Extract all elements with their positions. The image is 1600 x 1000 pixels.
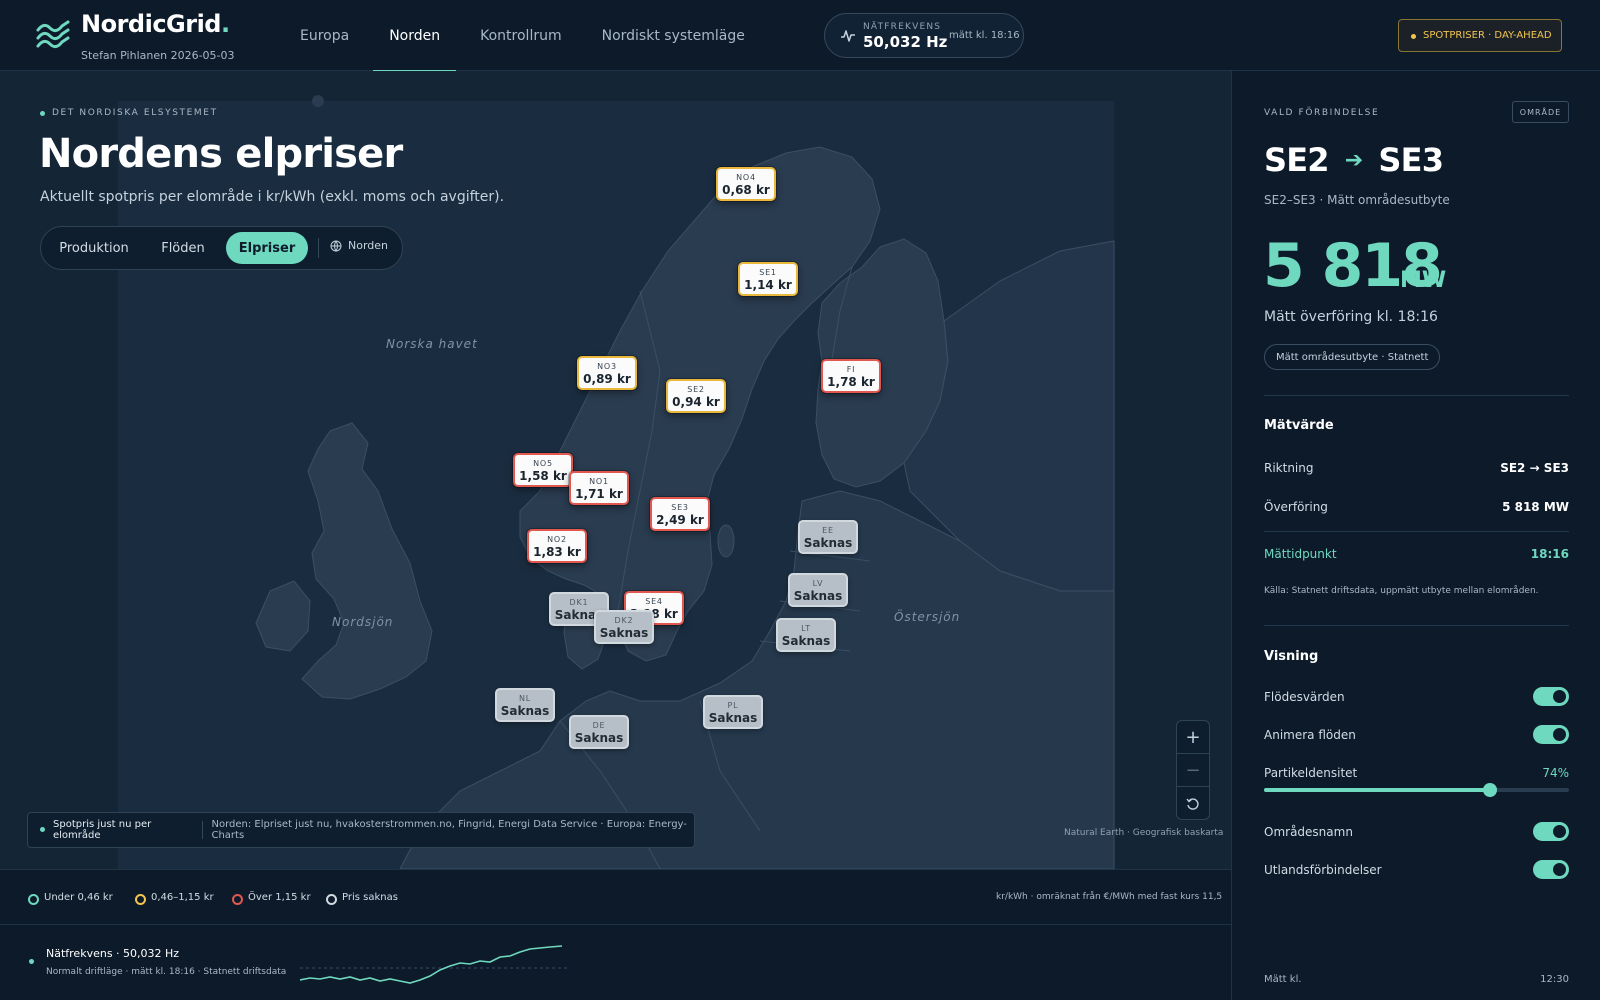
zone-pin-no1[interactable]: NO1 1,71 kr (569, 471, 629, 505)
nav-europa[interactable]: Europa (280, 0, 369, 71)
region-button[interactable]: Norden (330, 239, 388, 252)
legend-unit-note: kr/kWh · omräknat från €/MWh med fast ku… (996, 892, 1223, 902)
toggle-animate-flows[interactable]: Animera flöden (1264, 725, 1569, 744)
brand-name[interactable]: NordicGrid. (81, 10, 230, 38)
zone-pin-no2[interactable]: NO2 1,83 kr (527, 529, 587, 563)
slider-handle[interactable] (1482, 783, 1497, 797)
slider-particle-density-row: Partikeldensitet 74% (1264, 766, 1569, 780)
source-tag: Mätt områdesutbyte · Statnett (1264, 344, 1441, 370)
measure-heading: Mätvärde (1264, 418, 1334, 433)
zoom-out-button[interactable]: − (1177, 754, 1209, 787)
reset-icon (1186, 797, 1199, 810)
top-bar: NordicGrid. Stefan Pihlanen 2026-05-03 E… (0, 0, 1600, 72)
map-attribution: Natural Earth · Geografisk baskarta (1064, 828, 1224, 838)
toggle-area-names[interactable]: Områdesnamn (1264, 822, 1569, 841)
source-bar: Spotpris just nu per elområde Norden: El… (27, 812, 695, 848)
zone-pin-no5[interactable]: NO5 1,58 kr (513, 453, 573, 487)
globe-icon (330, 240, 342, 252)
segment-divider (318, 238, 319, 258)
zone-pin-lv[interactable]: LV Saknas (788, 573, 848, 607)
toggle-flow-values[interactable]: Flödesvärden (1264, 687, 1569, 706)
frequency-strip: Nätfrekvens · 50,032 Hz Normalt driftläg… (0, 925, 1231, 1000)
zone-pin-de[interactable]: DE Saknas (569, 715, 629, 749)
legend-low: Under 0,46 kr (28, 892, 113, 905)
zone-pin-no3[interactable]: NO3 0,89 kr (577, 356, 637, 390)
sea-label-ostersjon: Östersjön (894, 610, 961, 624)
particle-density-slider[interactable] (1264, 783, 1569, 797)
waves-logo-icon (36, 20, 70, 49)
toggle-switch[interactable] (1533, 725, 1569, 744)
transfer-caption: Mätt överföring kl. 18:16 (1264, 309, 1438, 325)
connection-to: SE3 (1378, 141, 1444, 179)
segment-produktion[interactable]: Produktion (46, 232, 142, 264)
frequency-strip-sub: Normalt driftläge · mätt kl. 18:16 · Sta… (46, 967, 287, 977)
sea-label-norska-havet: Norska havet (386, 337, 478, 351)
panel-badge[interactable]: OMRÅDE (1512, 101, 1569, 123)
frequency-label: NÄTFREKVENS (863, 22, 942, 32)
view-heading: Visning (1264, 649, 1319, 664)
zone-pin-lt[interactable]: LT Saknas (776, 618, 836, 652)
legend-high: Över 1,15 kr (232, 892, 311, 905)
zone-pin-se1[interactable]: SE1 1,14 kr (738, 262, 798, 296)
zone-pin-se2[interactable]: SE2 0,94 kr (666, 379, 726, 413)
zone-pin-nl[interactable]: NL Saknas (495, 688, 555, 722)
connection-title: SE2 ➔ SE3 (1264, 141, 1444, 179)
arrow-right-icon: ➔ (1344, 147, 1363, 173)
view-segmented-control: Produktion Flöden Elpriser Norden (40, 226, 403, 270)
nav-systemlage[interactable]: Nordiskt systemläge (582, 0, 765, 71)
zone-pin-pl[interactable]: PL Saknas (703, 695, 763, 729)
divider (1264, 395, 1569, 396)
main-nav: Europa Norden Kontrollrum Nordiskt syste… (280, 0, 765, 72)
zone-pin-ee[interactable]: EE Saknas (798, 520, 858, 554)
zone-pin-dk2[interactable]: DK2 Saknas (594, 610, 654, 644)
nav-norden[interactable]: Norden (369, 0, 460, 72)
zone-pin-se3[interactable]: SE3 2,49 kr (650, 497, 710, 531)
frequency-pill[interactable]: NÄTFREKVENS 50,032 Hz mätt kl. 18:16 (824, 13, 1024, 58)
frequency-value: 50,032 Hz (863, 33, 948, 51)
map-subtitle: Aktuellt spotpris per elområde i kr/kWh … (40, 189, 505, 205)
pulse-icon (841, 30, 855, 42)
legend-missing: Pris saknas (326, 892, 398, 905)
segment-floden[interactable]: Flöden (145, 232, 221, 264)
divider (1264, 625, 1569, 626)
connection-from: SE2 (1264, 141, 1330, 179)
row-transfer: Överföring 5 818 MW (1264, 500, 1569, 514)
connection-panel: VALD FÖRBINDELSE OMRÅDE SE2 ➔ SE3 SE2–SE… (1231, 71, 1600, 1000)
legend-mid: 0,46–1,15 kr (135, 892, 214, 905)
map-eyebrow: DET NORDISKA ELSYSTEMET (40, 108, 218, 118)
zone-pin-fi[interactable]: FI 1,78 kr (821, 359, 881, 393)
region-button-label: Norden (348, 239, 389, 252)
source-text: Norden: Elpriset just nu, hvakosterstrom… (211, 819, 687, 841)
spot-price-badge[interactable]: SPOTPRISER · DAY-AHEAD (1398, 19, 1562, 52)
panel-source-note: Källa: Statnett driftsdata, uppmätt utby… (1264, 586, 1539, 596)
zoom-in-button[interactable]: + (1177, 721, 1209, 754)
toggle-switch[interactable] (1533, 687, 1569, 706)
sea-label-nordsjon: Nordsjön (332, 615, 394, 629)
row-direction: Riktning SE2 → SE3 (1264, 461, 1569, 475)
status-dot (29, 959, 34, 964)
panel-eyebrow: VALD FÖRBINDELSE (1264, 108, 1380, 118)
divider (1264, 531, 1569, 532)
map-title: Nordens elpriser (39, 131, 403, 177)
brand-subtitle: Stefan Pihlanen 2026-05-03 (81, 49, 235, 62)
frequency-strip-title: Nätfrekvens · 50,032 Hz (46, 947, 180, 960)
row-timestamp: Mättidpunkt 18:16 (1264, 547, 1569, 561)
panel-footer-row: Mätt kl. 12:30 (1264, 974, 1569, 985)
zoom-controls: + − (1176, 720, 1210, 820)
toggle-foreign-links[interactable]: Utlandsförbindelser (1264, 860, 1569, 879)
segment-elpriser[interactable]: Elpriser (226, 232, 308, 264)
connection-subtitle: SE2–SE3 · Mätt områdesutbyte (1264, 193, 1450, 207)
frequency-sparkline (300, 945, 570, 984)
nav-kontrollrum[interactable]: Kontrollrum (460, 0, 581, 71)
source-label: Spotpris just nu per elområde (28, 819, 204, 841)
reset-view-button[interactable] (1177, 787, 1209, 820)
toggle-switch[interactable] (1533, 822, 1569, 841)
price-legend: Under 0,46 kr 0,46–1,15 kr Över 1,15 kr … (0, 869, 1231, 925)
toggle-switch[interactable] (1533, 860, 1569, 879)
transfer-unit: MW (1400, 268, 1447, 293)
frequency-time: mätt kl. 18:16 (949, 30, 1020, 41)
zone-pin-no4[interactable]: NO4 0,68 kr (716, 167, 776, 201)
map-area[interactable]: DET NORDISKA ELSYSTEMET Nordens elpriser… (0, 71, 1231, 869)
